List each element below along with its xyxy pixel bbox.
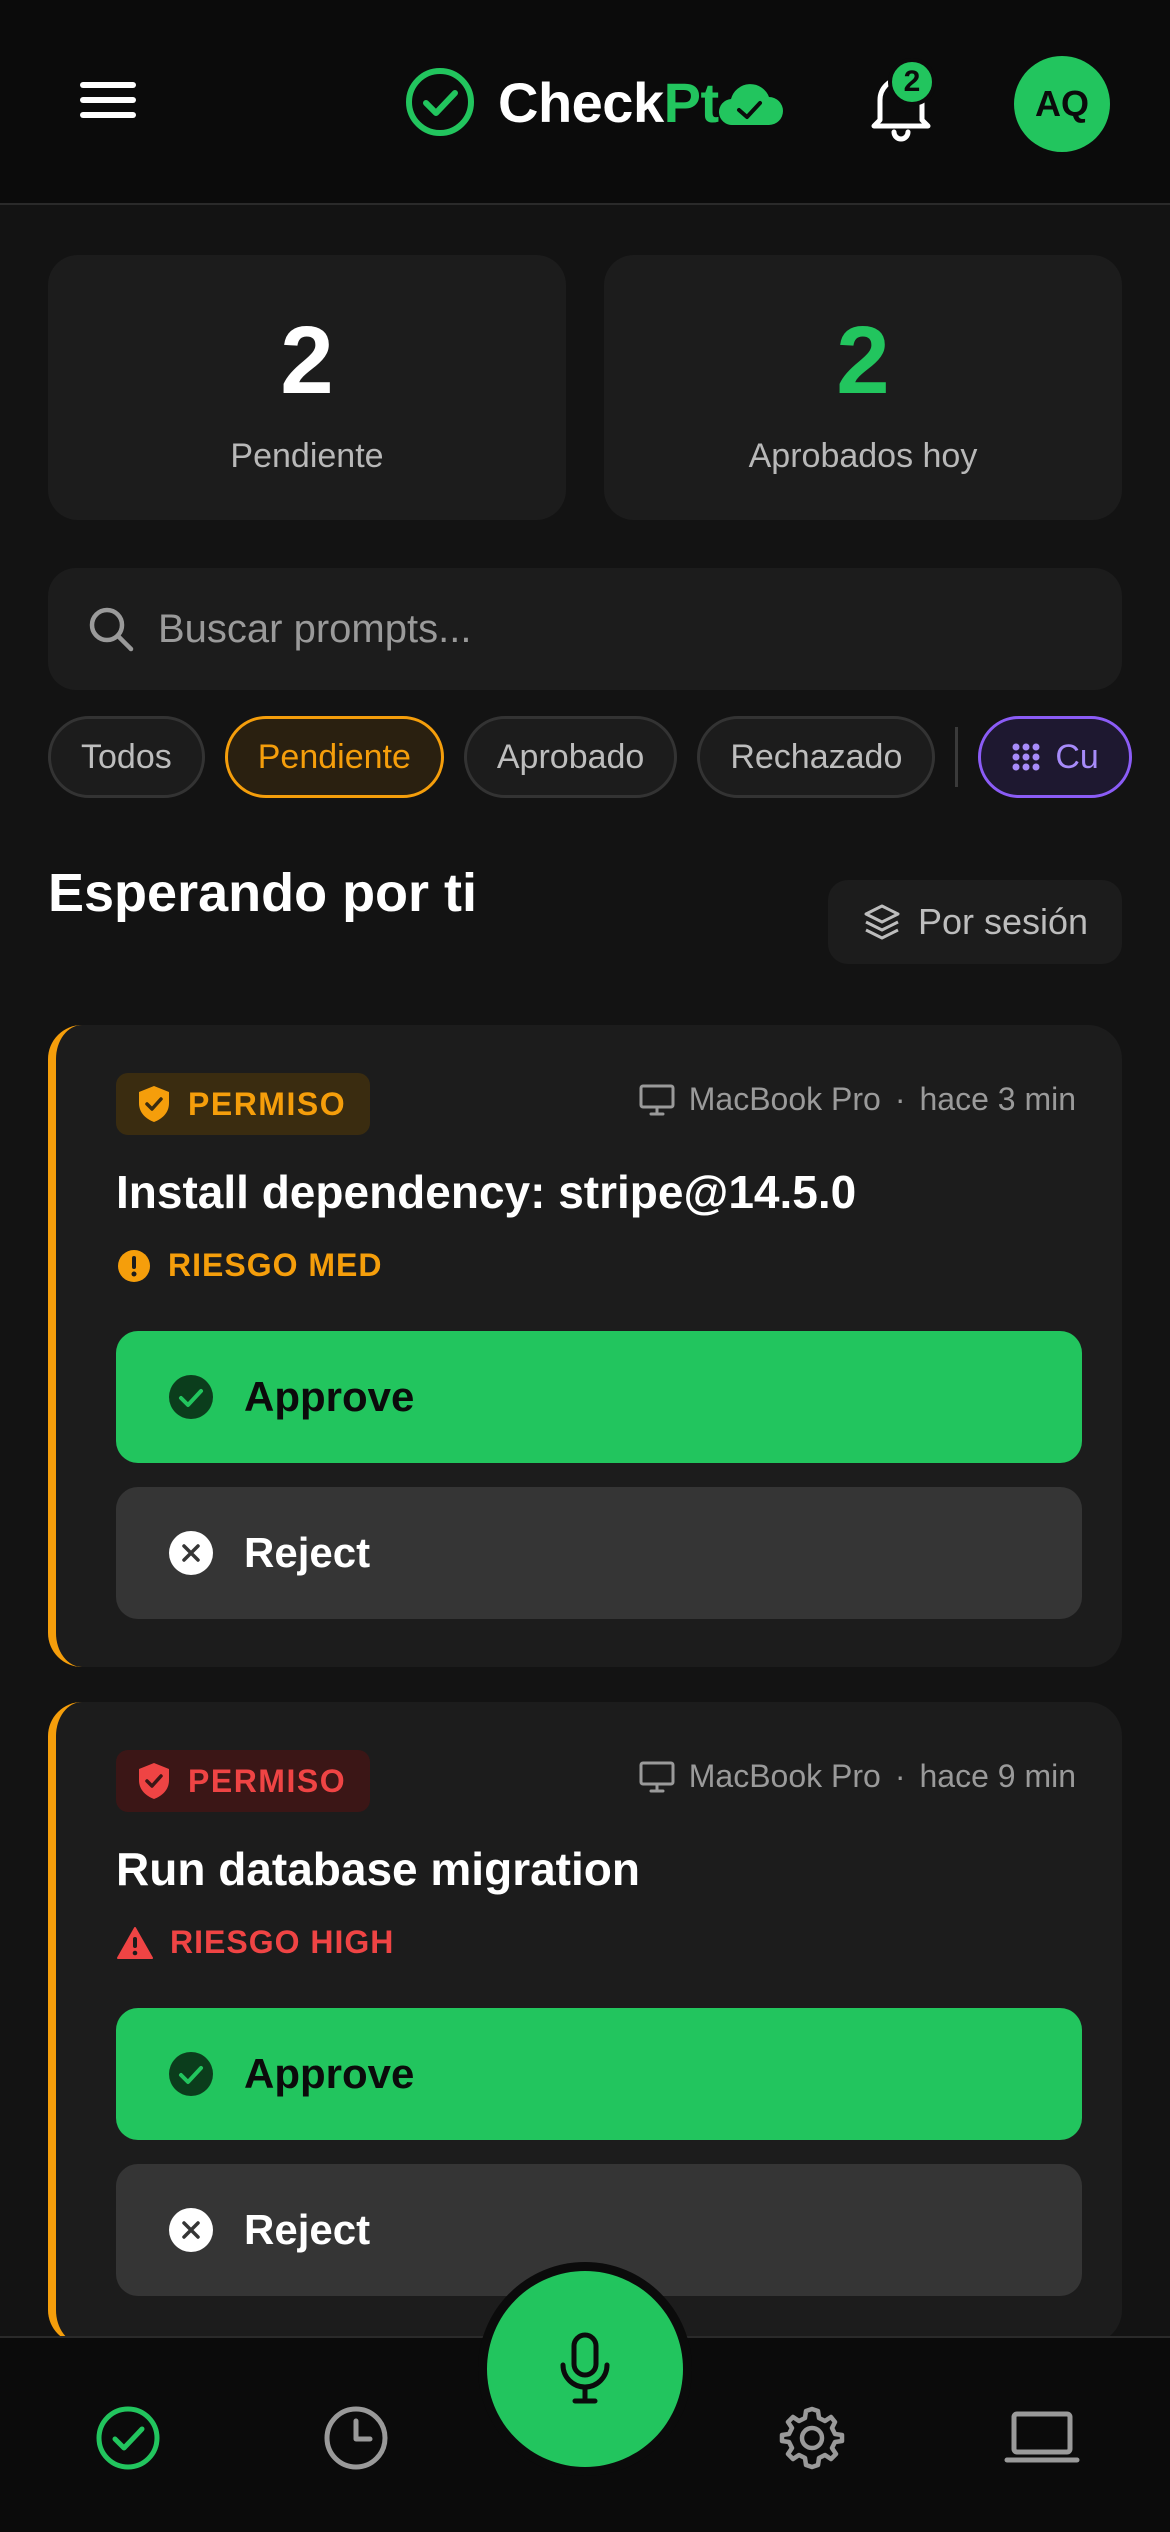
risk-label: RIESGO HIGH: [170, 1924, 395, 1960]
monitor-icon: [639, 1084, 675, 1115]
permission-badge: PERMISO: [116, 1750, 371, 1812]
shield-check-icon: [139, 1086, 169, 1122]
filter-chip-pending[interactable]: Pendiente: [224, 716, 444, 798]
menu-button[interactable]: [60, 60, 156, 140]
warning-triangle-icon: [117, 1926, 153, 1959]
x-circle-icon: [169, 2208, 213, 2252]
shield-alert-icon: [139, 1763, 169, 1799]
stat-approved-value: 2: [836, 307, 890, 414]
permission-badge-label: PERMISO: [188, 1762, 347, 1799]
group-by-session-label: Por sesión: [917, 901, 1089, 942]
search-bar: [48, 568, 1122, 690]
card-title: Install dependency: stripe@14.5.0: [116, 1166, 857, 1218]
voice-button-ring: [478, 2262, 692, 2476]
risk-indicator: RIESGO HIGH: [116, 1924, 394, 1961]
card-time: hace 3 min: [919, 1081, 1076, 1117]
hamburger-icon: [80, 82, 136, 118]
warning-circle-icon: [118, 1249, 150, 1282]
reject-label: Reject: [244, 2206, 371, 2253]
approve-button[interactable]: Approve: [116, 2008, 1082, 2140]
risk-indicator: RIESGO MED: [116, 1247, 382, 1284]
check-circle-icon: [96, 2406, 160, 2470]
stat-pending-value: 2: [280, 307, 334, 414]
stat-pending: 2 Pendiente: [48, 255, 566, 520]
microphone-icon: [560, 2332, 610, 2404]
nav-item-approvals[interactable]: [80, 2390, 176, 2486]
filter-chip-custom[interactable]: Cu: [978, 716, 1132, 798]
check-circle-icon: [406, 68, 474, 136]
x-circle-icon: [169, 1531, 213, 1575]
card-meta: MacBook Pro · hace 3 min: [639, 1081, 1076, 1118]
permission-card: PERMISO MacBook Pro · hace 9 min Run dat…: [48, 1702, 1122, 2344]
reject-button[interactable]: Reject: [116, 1487, 1082, 1619]
voice-input-button[interactable]: [487, 2271, 683, 2467]
card-device: MacBook Pro: [688, 1081, 881, 1117]
stat-approved-label: Aprobados hoy: [748, 437, 978, 475]
group-by-session-button[interactable]: Por sesión: [828, 880, 1122, 964]
meta-separator: ·: [894, 1758, 906, 1794]
grid-icon: [1012, 743, 1040, 771]
app-logo: CheckPt: [404, 64, 785, 140]
reject-label: Reject: [244, 1529, 371, 1576]
app-header: CheckPt 2 AQ: [0, 0, 1170, 205]
clock-icon: [324, 2406, 388, 2470]
user-avatar[interactable]: AQ: [1014, 56, 1110, 152]
app-name: CheckPt: [498, 70, 719, 134]
card-title: Run database migration: [116, 1843, 640, 1895]
meta-separator: ·: [894, 1081, 906, 1117]
risk-label: RIESGO MED: [168, 1247, 383, 1283]
nav-item-devices[interactable]: [994, 2390, 1090, 2486]
filter-chips: Todos Pendiente Aprobado Rechazado Cu: [48, 716, 1152, 798]
permission-card: PERMISO MacBook Pro · hace 3 min Install…: [48, 1025, 1122, 1667]
cloud-check-icon: [718, 84, 783, 126]
stat-pending-label: Pendiente: [230, 437, 384, 475]
approve-label: Approve: [244, 2050, 415, 2097]
section-title: Esperando por ti: [48, 863, 478, 923]
permission-badge-label: PERMISO: [188, 1085, 347, 1122]
approve-button[interactable]: Approve: [116, 1331, 1082, 1463]
gear-icon: [779, 2406, 845, 2470]
card-device: MacBook Pro: [688, 1758, 881, 1794]
layers-icon: [864, 904, 900, 940]
check-circle-icon: [169, 2052, 213, 2096]
check-circle-icon: [169, 1375, 213, 1419]
permission-badge: PERMISO: [116, 1073, 371, 1135]
notification-count-badge: 2: [888, 58, 936, 106]
card-time: hace 9 min: [919, 1758, 1076, 1794]
filter-chip-custom-label: Cu: [1055, 737, 1099, 776]
filter-chip-all[interactable]: Todos: [48, 716, 205, 798]
nav-item-history[interactable]: [308, 2390, 404, 2486]
filter-chip-approved[interactable]: Aprobado: [463, 716, 678, 798]
laptop-icon: [1004, 2411, 1080, 2463]
app-screen: CheckPt 2 AQ 2 Pendiente 2 Aprobados hoy: [0, 0, 1170, 2532]
search-input[interactable]: [158, 606, 1122, 652]
card-meta: MacBook Pro · hace 9 min: [639, 1758, 1076, 1795]
search-icon: [89, 607, 134, 652]
nav-item-settings[interactable]: [764, 2390, 860, 2486]
stat-approved-today: 2 Aprobados hoy: [604, 255, 1122, 520]
monitor-icon: [639, 1761, 675, 1792]
approve-label: Approve: [244, 1373, 415, 1420]
filter-divider: [955, 727, 959, 787]
filter-chip-rejected[interactable]: Rechazado: [697, 716, 936, 798]
